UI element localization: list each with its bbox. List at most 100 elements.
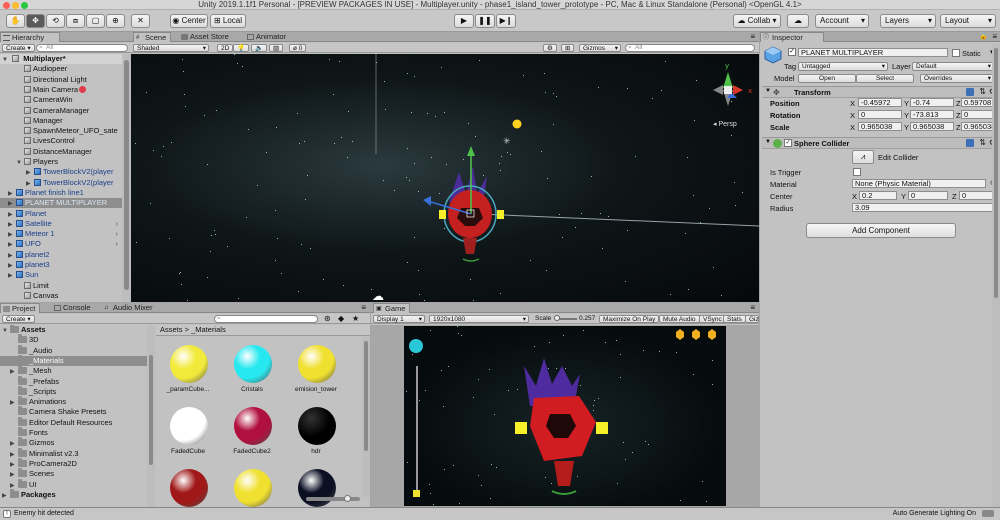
project-folder-scenes[interactable]: ▶ Scenes — [0, 468, 147, 479]
hierarchy-item-camerawin[interactable]: CameraWin — [0, 95, 122, 105]
hierarchy-item-ufo[interactable]: ▶ UFO › — [0, 239, 122, 249]
services-button[interactable]: ☁ — [787, 14, 809, 28]
icon-size-slider[interactable] — [306, 495, 360, 502]
vsync-toggle[interactable]: VSync — [699, 315, 726, 323]
hierarchy-item-directional-light[interactable]: Directional Light — [0, 75, 122, 85]
hierarchy-item-manager[interactable]: Manager — [0, 116, 122, 126]
play-button[interactable]: ▶ — [454, 14, 474, 28]
project-folder-editor-default-resources[interactable]: Editor Default Resources — [0, 416, 147, 428]
scene-root-row[interactable]: ▼ Multiplayer* — [0, 54, 122, 65]
pivot-local-button[interactable]: ⊞ Local — [210, 14, 246, 28]
lock-icon[interactable]: 🔒 — [979, 32, 988, 40]
project-grid-scrollbar[interactable] — [362, 337, 370, 497]
rect-tool-button[interactable]: ▢ — [86, 14, 105, 28]
hierarchy-item-canvas[interactable]: Canvas — [0, 291, 122, 301]
scene-orientation-gizmo[interactable]: x y — [713, 62, 752, 106]
material-asset[interactable]: _paramCube... — [156, 337, 220, 397]
layout-dropdown[interactable]: Layout ▾ — [940, 14, 996, 28]
hierarchy-item-sun[interactable]: ▶ Sun — [0, 270, 122, 280]
scene-gizmos-dropdown[interactable]: ⊞ — [561, 44, 575, 52]
project-folder-scripts[interactable]: _Scripts — [0, 385, 147, 397]
project-folder-procamera2d[interactable]: ▶ ProCamera2D — [0, 457, 147, 469]
hierarchy-item-spawnmeteor-ufo-sate[interactable]: SpawnMeteor_UFO_sate — [0, 126, 122, 136]
rotation-x-field[interactable]: 0 — [858, 110, 902, 119]
project-create-button[interactable]: Create ▾ — [2, 315, 35, 323]
project-folder-ui[interactable]: ▶ UI — [0, 478, 147, 490]
project-folder-3d[interactable]: 3D — [0, 334, 147, 345]
chevron-right-icon[interactable]: ▶ — [2, 491, 10, 501]
gizmos-dropdown[interactable]: Gizmos ▾ — [579, 44, 621, 52]
is-trigger-checkbox[interactable] — [853, 168, 861, 176]
help-icon[interactable] — [966, 88, 974, 96]
material-asset[interactable]: FadedCube2 — [220, 399, 284, 459]
project-tree-scroll-thumb[interactable] — [149, 355, 153, 465]
project-folder-gizmos[interactable]: ▶ Gizmos — [0, 437, 147, 448]
material-asset[interactable]: emision_tower — [284, 337, 348, 397]
edit-collider-button[interactable]: ⩘ — [852, 150, 874, 164]
project-folder-camera-shake-presets[interactable]: Camera Shake Presets — [0, 406, 147, 417]
hierarchy-item-planet-finish-line1[interactable]: ▶ Planet finish line1 — [0, 188, 122, 198]
hierarchy-item-distancemanager[interactable]: DistanceManager — [0, 147, 122, 157]
game-gizmos-dropdown[interactable]: Giz — [745, 315, 759, 323]
tab-asset-store[interactable]: Asset Store — [179, 32, 233, 42]
step-button[interactable]: ▶❙ — [496, 14, 516, 28]
hierarchy-scrollbar[interactable] — [122, 54, 131, 302]
scene-camera-settings[interactable]: ⚙ — [543, 44, 557, 52]
scale-tool-button[interactable]: ⧈ — [66, 14, 85, 28]
project-folder-fonts[interactable]: Fonts — [0, 427, 147, 438]
inspector-scroll-thumb[interactable] — [994, 48, 998, 298]
open-prefab-icon[interactable]: › — [116, 229, 119, 239]
transform-tool-button[interactable]: ⊕ — [106, 14, 125, 28]
material-asset[interactable]: FadedCube — [156, 399, 220, 459]
tab-hierarchy[interactable]: Hierarchy — [0, 32, 60, 42]
hand-tool-button[interactable]: ✋ — [6, 14, 25, 28]
radius-field[interactable]: 3.09 — [852, 203, 998, 212]
project-search-input[interactable]: ⌕ — [214, 315, 318, 323]
pause-button[interactable]: ❚❚ — [475, 14, 495, 28]
move-tool-button[interactable]: ✥ — [26, 14, 45, 28]
project-folder-assets[interactable]: ▼ Assets — [0, 325, 147, 335]
scene-audio-toggle[interactable]: 🔈 — [251, 44, 268, 52]
hierarchy-item-planet[interactable]: ▶ Planet — [0, 209, 122, 219]
open-prefab-icon[interactable]: › — [116, 219, 119, 229]
game-viewport[interactable] — [404, 326, 726, 506]
position-y-field[interactable]: -0.74 — [910, 98, 954, 107]
sun-sprite[interactable] — [512, 119, 522, 129]
hierarchy-item-planet-multiplayer[interactable]: ▶ PLANET MULTIPLAYER — [0, 198, 122, 209]
help-icon[interactable] — [966, 139, 974, 147]
planet-multiplayer-object[interactable] — [423, 146, 504, 262]
panel-menu-icon[interactable]: ≡ — [361, 303, 366, 312]
collab-button[interactable]: ☁ Collab ▾ — [733, 14, 781, 28]
hierarchy-item-limit[interactable]: Limit — [0, 281, 122, 291]
model-select-button[interactable]: Select — [856, 74, 914, 83]
rotate-tool-button[interactable]: ⟲ — [46, 14, 65, 28]
material-asset[interactable]: Cristals — [220, 337, 284, 397]
hierarchy-item-planet2[interactable]: ▶ planet2 — [0, 250, 122, 260]
status-message[interactable]: Enemy hit detected — [14, 508, 74, 520]
overrides-dropdown[interactable]: Overrides ▾ — [920, 74, 994, 83]
breadcrumb-assets[interactable]: Assets — [160, 325, 183, 334]
tab-animator[interactable]: Animator — [245, 32, 290, 42]
scene-viewport[interactable]: ✳ x y ◂ Persp — [131, 54, 759, 302]
tab-project[interactable]: Project — [0, 303, 41, 313]
static-checkbox[interactable] — [952, 49, 960, 57]
scene-search-input[interactable]: ⌕ All — [625, 44, 755, 52]
filter-type-icon[interactable]: ⊛ — [324, 314, 331, 323]
display-dropdown[interactable]: Display 1 ▾ — [373, 315, 425, 323]
mute-audio-toggle[interactable]: Mute Audio — [659, 315, 700, 323]
hierarchy-item-meteor-1[interactable]: ▶ Meteor 1 › — [0, 229, 122, 239]
layer-dropdown[interactable]: Default ▾ — [912, 62, 994, 71]
scale-slider-handle[interactable] — [554, 315, 560, 321]
inspector-scrollbar[interactable] — [992, 44, 1000, 507]
material-asset[interactable]: hdr — [284, 399, 348, 459]
preset-icon[interactable]: ⇅ — [979, 87, 986, 96]
project-folder-audio[interactable]: _Audio — [0, 344, 147, 356]
hierarchy-item-planet3[interactable]: ▶ planet3 — [0, 260, 122, 270]
project-folder-minimalist-v2-3[interactable]: ▶ Minimalist v2.3 — [0, 447, 147, 459]
2d-mode-toggle[interactable]: 2D — [217, 44, 234, 52]
star-favorite-icon[interactable]: ★ — [352, 314, 359, 323]
physic-material-field[interactable]: None (Physic Material) — [852, 179, 986, 188]
transform-header[interactable]: ▼ ✥ Transform ⇅ ⚙ — [762, 86, 1000, 98]
hierarchy-create-button[interactable]: Create ▾ — [2, 44, 35, 52]
hierarchy-item-players[interactable]: ▼ Players — [0, 157, 122, 167]
